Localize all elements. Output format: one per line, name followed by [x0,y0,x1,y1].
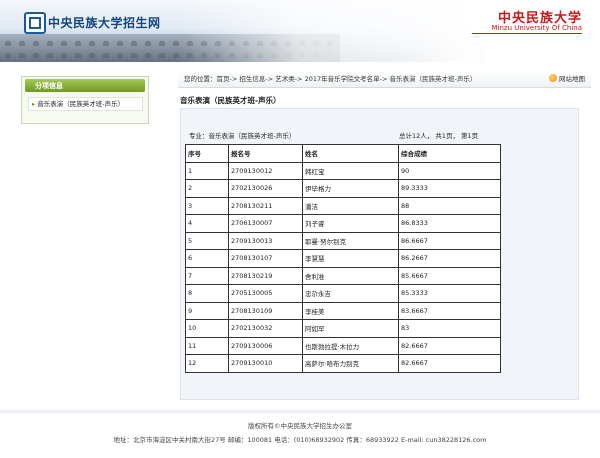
pagination-summary: 总计12人， 共1页， 第1页 [399,132,479,140]
cell-name: 刘子睿 [302,214,399,233]
cell-name: 李桂美 [302,301,399,320]
page-title: 音乐表演（民族英才班-声乐） [180,96,281,105]
cell-index: 11 [185,336,229,355]
site-map-link[interactable]: 网站地图 [549,71,585,87]
cell-name: 伊毕格力 [302,179,399,198]
cell-name: 忠尕永吉 [302,284,399,303]
table-row: 6 2708130107 李慧慧 86.2667 [185,249,501,268]
table-row: 7 2708130219 舍利准 85.6667 [185,266,501,285]
cell-index: 7 [185,266,229,285]
globe-icon [549,74,557,82]
column-header-index: 序号 [185,144,229,163]
cell-score: 82.6667 [398,336,501,355]
table-row: 2 2702130026 伊毕格力 89.3333 [185,179,501,198]
cell-reg-no: 2708130107 [228,249,303,268]
table-row: 9 2708130109 李桂美 83.6667 [185,301,501,320]
table-row: 8 2705130005 忠尕永吉 85.3333 [185,284,501,303]
table-row: 11 2709130006 也斯勃拉提·木拉力 82.6667 [185,336,501,355]
site-header: 中央民族大学招生网 中央民族大学 Minzu University Of Chi… [0,0,600,62]
cell-reg-no: 2709130013 [228,231,303,250]
sidebar-item-music-performance[interactable]: ▸ 音乐表演（民族英才班-声乐） [28,97,143,111]
cell-score: 83 [398,319,501,338]
column-header-name: 姓名 [302,144,399,163]
cell-score: 90 [398,161,501,180]
cell-name: 潘洁 [302,196,399,215]
cell-index: 9 [185,301,229,320]
cell-index: 2 [185,179,229,198]
footer-divider [0,410,600,414]
university-name-en: Minzu University Of China [491,24,583,32]
cell-name: 耶曼·努尔别克 [302,231,399,250]
cell-score: 89.3333 [398,179,501,198]
footer-contact: 地址：北京市海淀区中关村南大街27号 邮编：100081 电话：(010)689… [113,436,487,444]
cell-reg-no: 2708130219 [228,266,303,285]
cell-reg-no: 2709130012 [228,161,303,180]
table-row: 12 2709130010 高萨尔·哈布力别克 82.6667 [185,354,501,373]
cell-score: 86.8333 [398,214,501,233]
table-row: 1 2709130012 韩红宝 90 [185,161,501,180]
sidebar-heading: 分项信息 [25,79,145,92]
cell-score: 82.6667 [398,354,501,373]
cell-index: 6 [185,249,229,268]
sidebar-item-label: 音乐表演（民族英才班-声乐） [37,100,125,108]
cell-score: 86.2667 [398,249,501,268]
table-header-row: 序号 报名号 姓名 综合成绩 [185,144,501,163]
breadcrumb: 您的位置：首页-> 招生信息-> 艺术类-> 2017年音乐学院文考名单-> 音… [178,71,591,88]
table-row: 3 2708130211 潘洁 88 [185,196,501,215]
cell-score: 88 [398,196,501,215]
cell-reg-no: 2709130010 [228,354,303,373]
cell-name: 李慧慧 [302,249,399,268]
cell-score: 85.3333 [398,284,501,303]
cell-name: 高萨尔·哈布力别克 [302,354,399,373]
header-divider [472,33,582,34]
cell-index: 10 [185,319,229,338]
footer-copyright: 版权所有©中央民族大学招生办公室 [248,422,352,430]
site-title[interactable]: 中央民族大学招生网 [48,14,161,31]
cell-score: 86.6667 [398,231,501,250]
cell-score: 83.6667 [398,301,501,320]
scores-table: 序号 报名号 姓名 综合成绩 1 2709130012 韩红宝 90 2 2702130… [185,144,501,373]
sidebar: 分项信息 ▸ 音乐表演（民族英才班-声乐） [21,76,149,124]
university-logo-icon[interactable] [24,12,46,34]
major-label: 专业：音乐表演（民族英才班-声乐） [189,132,296,140]
cell-index: 5 [185,231,229,250]
cell-index: 8 [185,284,229,303]
cell-score: 85.6667 [398,266,501,285]
breadcrumb-text[interactable]: 您的位置：首页-> 招生信息-> 艺术类-> 2017年音乐学院文考名单-> 音… [184,71,476,87]
cell-name: 舍利准 [302,266,399,285]
cell-index: 3 [185,196,229,215]
cell-index: 12 [185,354,229,373]
cell-index: 1 [185,161,229,180]
cell-name: 韩红宝 [302,161,399,180]
arrow-right-icon: ▸ [32,100,36,108]
cell-name: 阿如罕 [302,319,399,338]
table-row: 4 2706130007 刘子睿 86.8333 [185,214,501,233]
column-header-score: 综合成绩 [398,144,501,163]
cell-reg-no: 2708130109 [228,301,303,320]
cell-reg-no: 2706130007 [228,214,303,233]
cell-reg-no: 2709130006 [228,336,303,355]
content-panel: 专业：音乐表演（民族英才班-声乐） 总计12人， 共1页， 第1页 序号 报名号… [180,108,579,400]
table-row: 10 2702130032 阿如罕 83 [185,319,501,338]
column-header-reg-no: 报名号 [228,144,303,163]
cell-reg-no: 2708130211 [228,196,303,215]
cell-name: 也斯勃拉提·木拉力 [302,336,399,355]
table-row: 5 2709130013 耶曼·努尔别克 86.6667 [185,231,501,250]
cell-reg-no: 2702130026 [228,179,303,198]
cell-reg-no: 2702130032 [228,319,303,338]
sidebar-heading-label: 分项信息 [35,82,63,90]
cell-reg-no: 2705130005 [228,284,303,303]
site-map-label: 网站地图 [559,75,585,83]
cell-index: 4 [185,214,229,233]
